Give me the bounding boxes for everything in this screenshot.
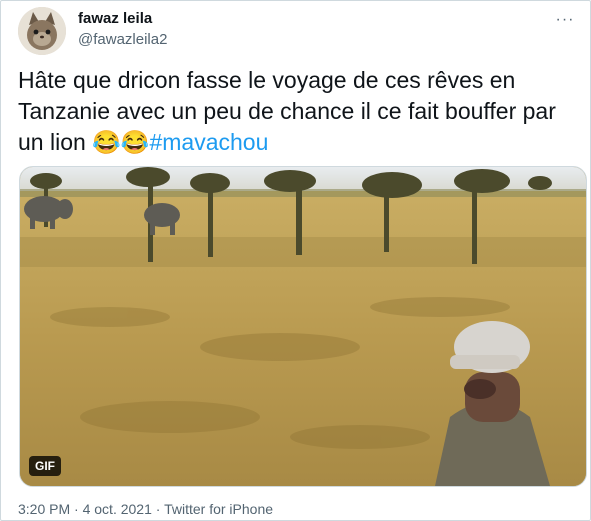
display-name[interactable]: fawaz leila <box>78 10 152 27</box>
gif-media[interactable]: GIF <box>19 166 587 487</box>
meta-separator: · <box>151 501 165 517</box>
tweet-date[interactable]: 4 oct. 2021 <box>83 501 152 517</box>
safari-savanna-gif <box>20 167 586 486</box>
cat-avatar-icon[interactable] <box>18 7 66 55</box>
tweet-time[interactable]: 3:20 PM <box>18 501 70 517</box>
laughing-emoji: 😂😂 <box>92 129 150 155</box>
user-handle[interactable]: @fawazleila2 <box>78 31 167 48</box>
tweet-source[interactable]: Twitter for iPhone <box>164 501 273 517</box>
more-options-icon[interactable]: ··· <box>554 9 576 31</box>
hashtag-link[interactable]: #mavachou <box>149 129 268 155</box>
tweet-card: fawaz leila @fawazleila2 ··· Hâte que dr… <box>0 0 591 521</box>
meta-separator: · <box>70 501 83 517</box>
tweet-text: Hâte que dricon fasse le voyage de ces r… <box>18 65 578 158</box>
gif-badge: GIF <box>29 456 61 476</box>
tweet-meta: 3:20 PM · 4 oct. 2021 · Twitter for iPho… <box>18 501 273 517</box>
